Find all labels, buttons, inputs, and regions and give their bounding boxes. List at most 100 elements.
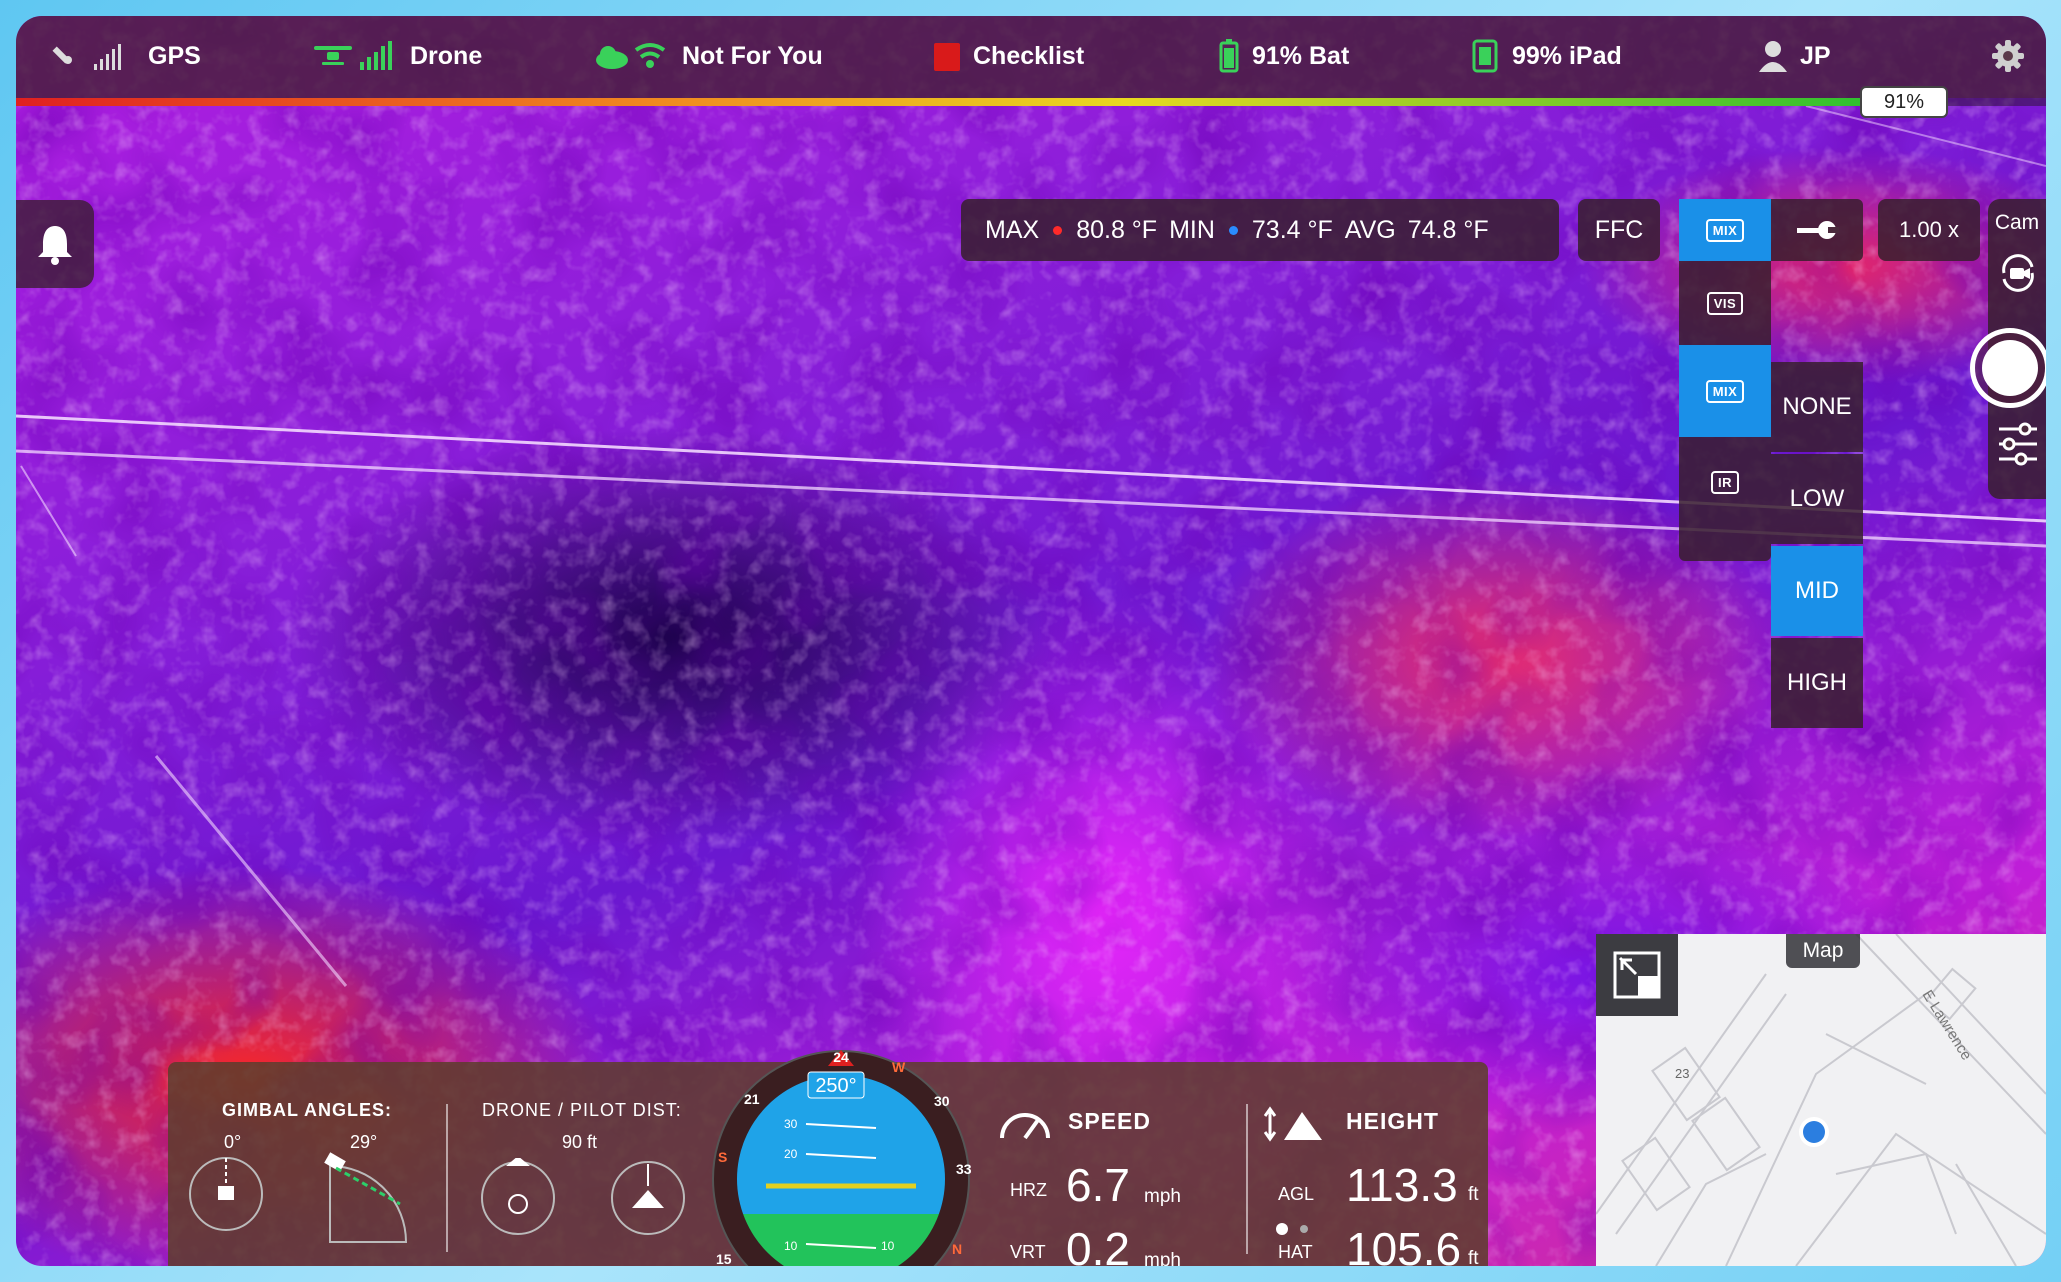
distance-value: 90 ft [562, 1132, 598, 1152]
drone-battery-status[interactable]: 91% Bat [1218, 38, 1349, 74]
shutter-button[interactable] [1970, 328, 2046, 408]
battery-icon [1219, 39, 1239, 73]
vrt-unit: mph [1144, 1250, 1181, 1266]
max-temp-value: 80.8 °F [1076, 215, 1158, 244]
expand-icon [1613, 951, 1661, 999]
flight-telemetry-hud: GIMBAL ANGLES: 0° 29° DRONE / PILOT DIST… [168, 1049, 1488, 1266]
hat-unit: ft [1468, 1248, 1479, 1266]
checklist-label: Checklist [973, 41, 1085, 70]
user-profile[interactable]: JP [1758, 38, 1831, 74]
gps-signal-icon [52, 44, 121, 70]
blend-level-selector: NONE LOW MID HIGH [1771, 346, 1863, 728]
gimbal-title: GIMBAL ANGLES: [222, 1100, 392, 1120]
blend-none-option[interactable]: NONE [1771, 362, 1863, 452]
hat-value: 105.6 [1346, 1223, 1462, 1266]
pilot-direction-gauge-icon [611, 1161, 685, 1235]
agl-unit: ft [1468, 1184, 1479, 1205]
compass-label-21: 21 [744, 1091, 760, 1107]
drone-label: Drone [410, 41, 483, 70]
map-expand-button[interactable] [1596, 934, 1678, 1016]
distance-title: DRONE / PILOT DIST: [482, 1100, 682, 1120]
camera-settings-button[interactable] [1771, 199, 1863, 261]
temperature-readout: MAX 80.8 °F MIN 73.4 °F AVG 74.8 °F [961, 199, 1559, 261]
pitch-label-neg10-right: 10 [881, 1239, 895, 1253]
mode-vis-button[interactable]: VIS [1679, 261, 1771, 345]
gimbal-yaw-gauge-icon [324, 1152, 408, 1243]
compass-label-15: 15 [716, 1251, 732, 1266]
thermal-camera-view[interactable]: GPS Drone Not For You Checklist 91% Bat … [16, 16, 2046, 1266]
mode-mix-button[interactable]: MIX [1679, 199, 1771, 261]
user-label: JP [1800, 41, 1831, 70]
hrz-unit: mph [1144, 1186, 1181, 1207]
compass-label-n: N [952, 1241, 962, 1257]
progress-badge: 91% [1860, 86, 1948, 118]
wrench-icon [1797, 221, 1839, 239]
min-temp-value: 73.4 °F [1251, 215, 1333, 244]
network-status[interactable]: Not For You [590, 38, 823, 74]
checklist-icon [934, 43, 960, 71]
mode-mix-blend-button[interactable]: MIX [1679, 345, 1771, 437]
compass-label-30: 30 [934, 1093, 950, 1109]
hat-label: HAT [1278, 1242, 1313, 1262]
pitch-label-30: 30 [784, 1117, 798, 1131]
max-temp-dot [1053, 225, 1063, 235]
network-label: Not For You [682, 41, 823, 70]
ipad-battery-status[interactable]: 99% iPad [1472, 38, 1622, 74]
pitch-label-20: 20 [784, 1147, 798, 1161]
map-toggle-label[interactable]: Map [1786, 934, 1860, 968]
zoom-level-button[interactable]: 1.00 x [1878, 199, 1980, 261]
drone-direction-gauge-icon [481, 1158, 555, 1235]
attitude-compass-indicator: 250° 24 W 30 33 N 15 S 21 30 20 10 10 [712, 1049, 972, 1266]
drone-signal-icon [314, 41, 392, 70]
mode-mix-chip: MIX [1705, 218, 1745, 242]
speedometer-icon [1000, 1113, 1050, 1140]
battery-progress-track [16, 98, 2046, 106]
blend-high-option[interactable]: HIGH [1771, 638, 1863, 728]
gimbal-pitch-gauge-icon [189, 1157, 263, 1231]
compass-label-w: W [892, 1059, 906, 1075]
gear-icon [1992, 40, 2024, 72]
avg-temp-value: 74.8 °F [1407, 215, 1489, 244]
map-route-label: 23 [1675, 1066, 1689, 1081]
user-icon [1759, 41, 1787, 72]
compass-label-33: 33 [956, 1161, 972, 1177]
max-temp-label: MAX [985, 215, 1040, 244]
status-bar: GPS Drone Not For You Checklist 91% Bat … [16, 16, 2046, 98]
gps-status[interactable]: GPS [48, 38, 201, 74]
min-temp-dot [1228, 225, 1238, 235]
min-temp-label: MIN [1169, 215, 1215, 244]
drone-status[interactable]: Drone [312, 38, 482, 74]
blend-mid-option[interactable]: MID [1771, 546, 1863, 636]
settings-button[interactable] [1991, 38, 2035, 74]
height-icon [1264, 1106, 1322, 1142]
checklist-button[interactable]: Checklist [933, 38, 1084, 74]
heading-readout: 250° [815, 1075, 856, 1097]
ipad-label: 99% iPad [1512, 41, 1622, 70]
agl-label: AGL [1278, 1184, 1315, 1204]
altitude-mode-dots-icon[interactable] [1274, 1222, 1314, 1236]
switch-camera-icon[interactable] [1998, 253, 2038, 293]
avg-temp-label: AVG [1344, 215, 1396, 244]
height-title: HEIGHT [1346, 1108, 1439, 1134]
ffc-button[interactable]: FFC [1578, 199, 1660, 261]
sliders-icon[interactable] [1997, 421, 2039, 467]
cloud-wifi-icon [596, 43, 666, 69]
mode-vis-chip: VIS [1706, 291, 1744, 315]
agl-value: 113.3 [1346, 1159, 1458, 1211]
mode-ir-button[interactable]: IR [1679, 437, 1771, 527]
hud-divider-1 [446, 1104, 448, 1252]
bell-icon [38, 226, 72, 265]
cam-label: Cam [1994, 211, 2040, 234]
compass-label-24: 24 [833, 1049, 849, 1065]
notifications-button[interactable] [16, 200, 94, 288]
mode-mix-blend-chip: MIX [1705, 379, 1745, 403]
blend-low-option[interactable]: LOW [1771, 454, 1863, 544]
vrt-value: 0.2 [1066, 1223, 1130, 1266]
mode-ir-chip: IR [1711, 470, 1739, 494]
speed-title: SPEED [1068, 1108, 1151, 1134]
battery-progress-fill [16, 98, 1863, 106]
pitch-label-neg10: 10 [784, 1239, 798, 1253]
compass-label-s: S [718, 1149, 727, 1165]
camera-mode-selector: MIX VIS MIX IR [1679, 199, 1771, 561]
hrz-value: 6.7 [1066, 1159, 1130, 1211]
